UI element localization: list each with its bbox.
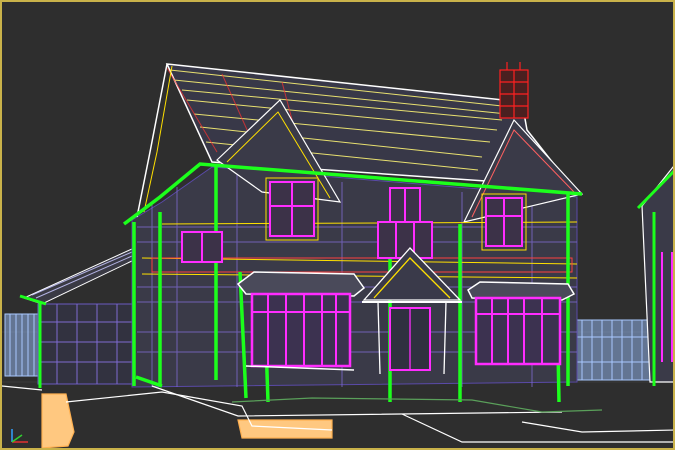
wireframe-scene[interactable] xyxy=(2,2,675,450)
garage-annex[interactable] xyxy=(19,247,139,388)
xyz-axis-icon xyxy=(11,429,28,443)
viewport-3d-perspective[interactable] xyxy=(0,0,675,450)
chimney[interactable] xyxy=(499,62,529,119)
bay-window-right[interactable] xyxy=(467,281,576,366)
driveway[interactable] xyxy=(2,385,675,448)
bay-window-left[interactable] xyxy=(236,271,366,371)
